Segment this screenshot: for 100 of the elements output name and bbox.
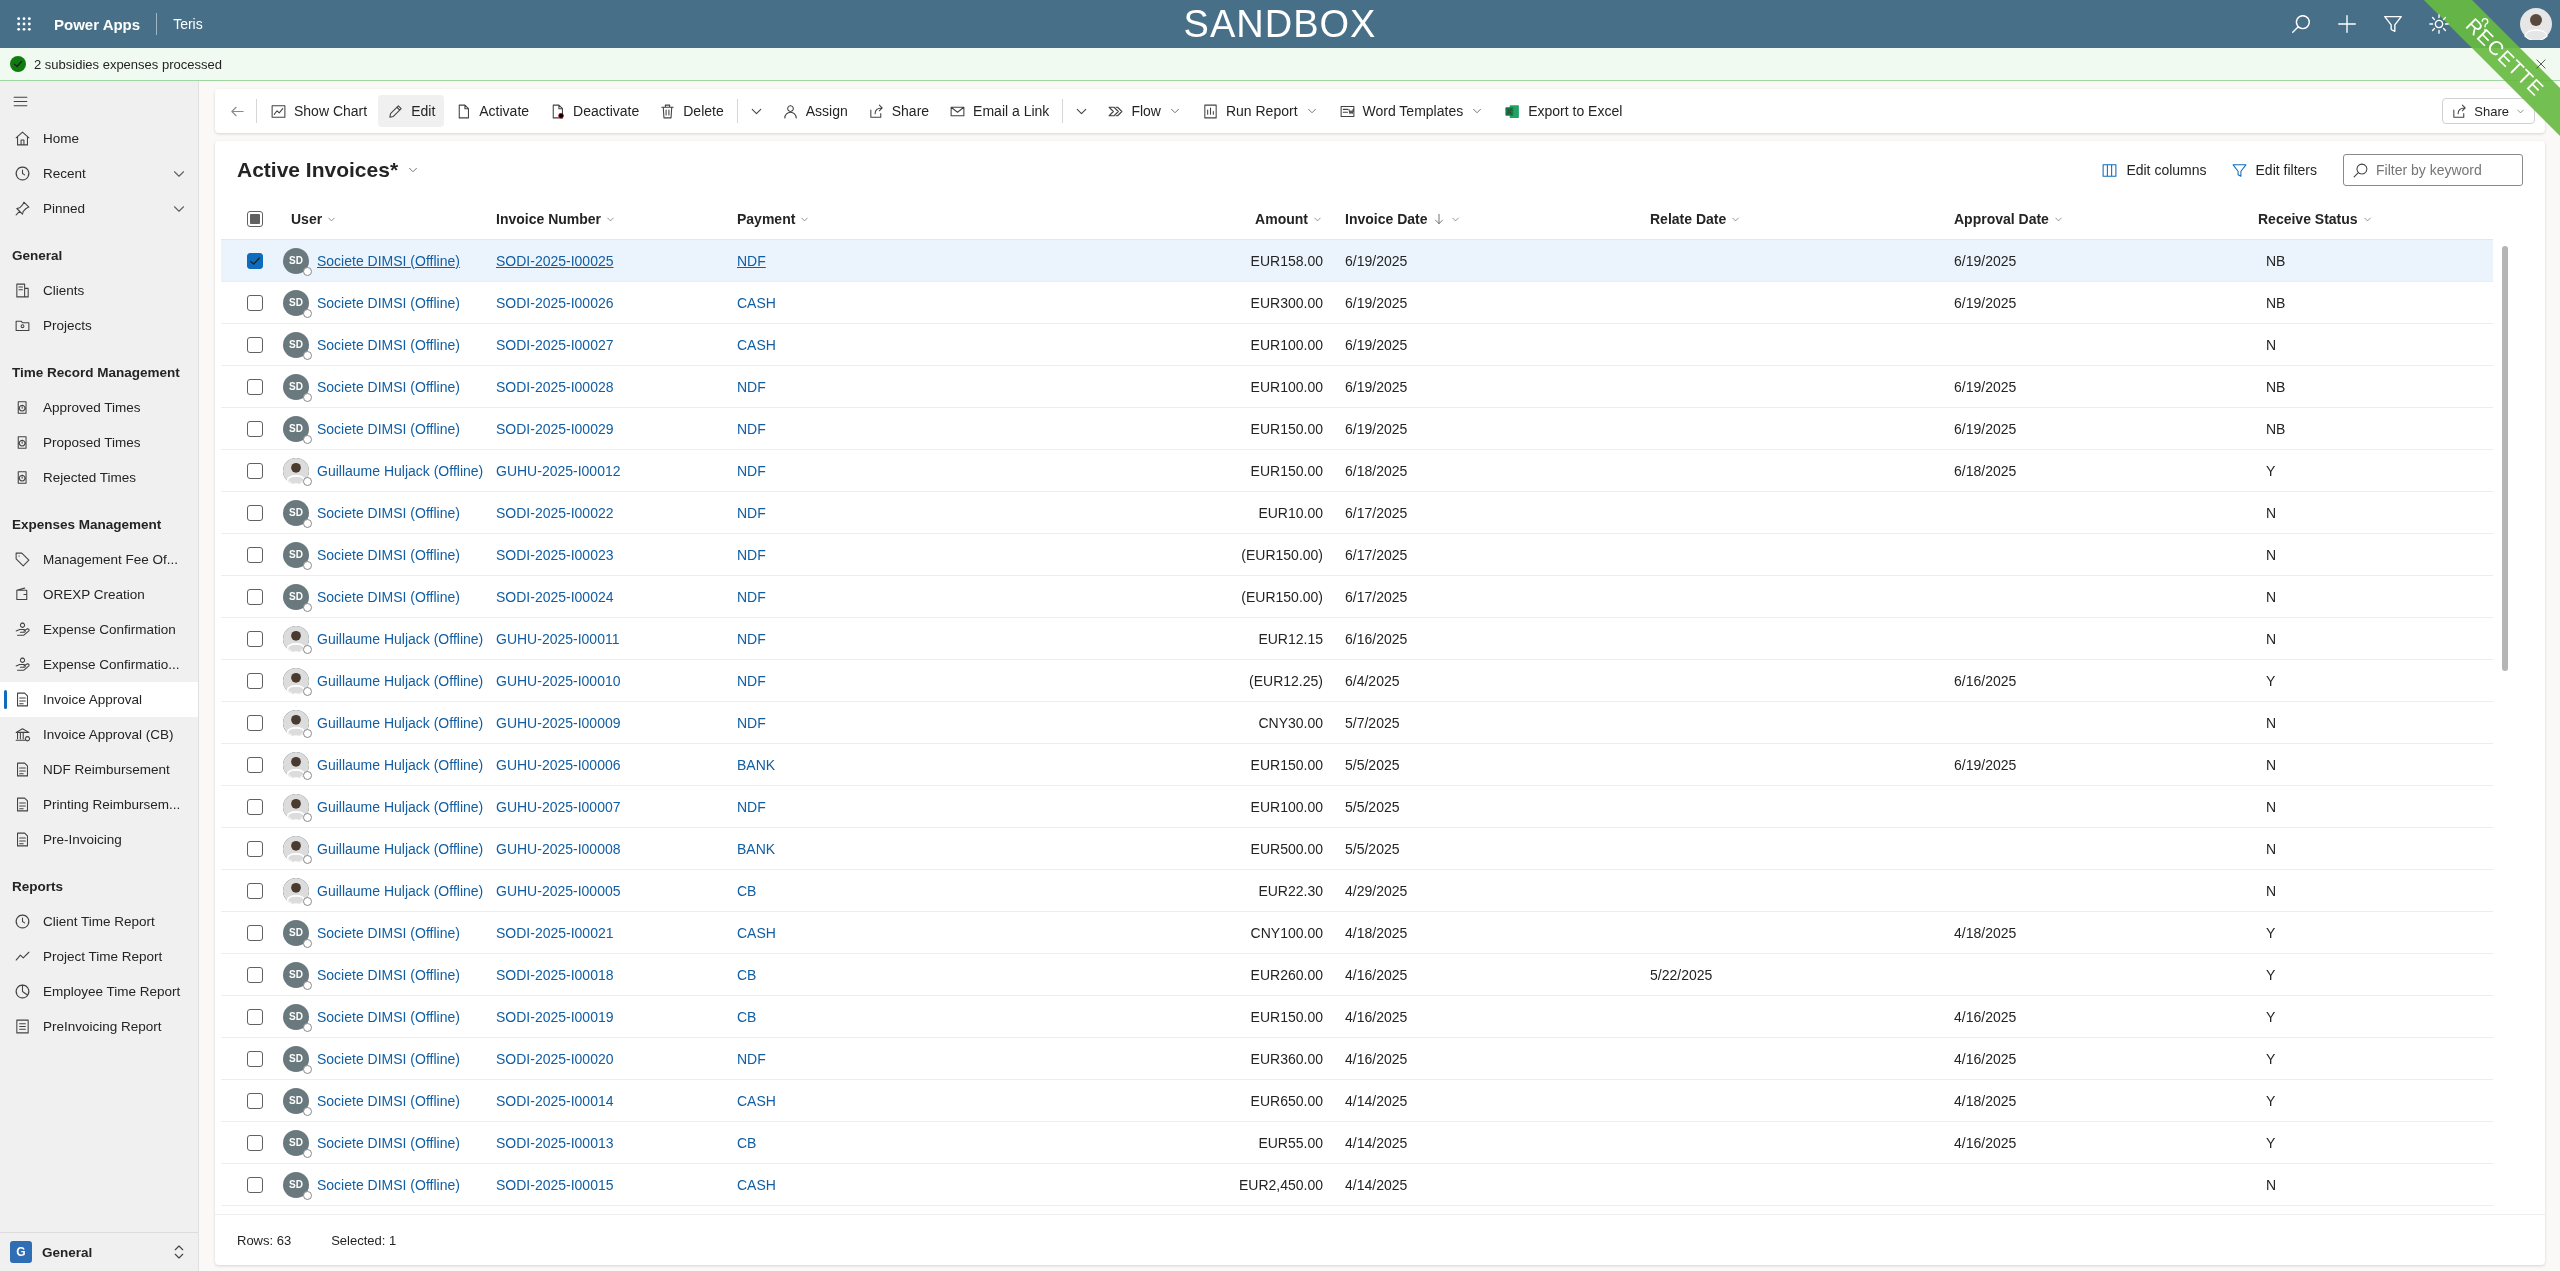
row-checkbox[interactable] [247, 462, 263, 479]
payment-link[interactable]: NDF [737, 378, 766, 395]
command-button[interactable]: Email a Link [940, 95, 1059, 127]
nav-item[interactable]: Recent [0, 156, 198, 191]
invoice-link[interactable]: SODI-2025-I00027 [496, 336, 614, 353]
command-button[interactable]: Deactivate [540, 95, 649, 127]
invoice-link[interactable]: SODI-2025-I00020 [496, 1050, 614, 1067]
settings-icon[interactable] [2428, 13, 2450, 35]
user-link[interactable]: Guillaume Huljack (Offline) [317, 630, 484, 647]
table-row[interactable]: SD Societe DIMSI (Offline) SODI-2025-I00025 NDF EUR158.00 6/19/2025 6/19/2025 NB [221, 240, 2493, 282]
search-field[interactable]: Filter by keyword [2343, 154, 2523, 186]
row-checkbox[interactable] [247, 378, 263, 395]
payment-link[interactable]: NDF [737, 546, 766, 563]
payment-link[interactable]: NDF [737, 714, 766, 731]
user-link[interactable]: Societe DIMSI (Offline) [317, 420, 460, 437]
nav-item[interactable]: Proposed Times [0, 425, 198, 460]
nav-item[interactable]: Projects [0, 308, 198, 343]
table-row[interactable]: SD Societe DIMSI (Offline) SODI-2025-I00020 NDF EUR360.00 4/16/2025 4/16/2025 Y [221, 1038, 2493, 1080]
payment-link[interactable]: CASH [737, 1176, 776, 1193]
nav-item[interactable]: NDF Reimbursement [0, 752, 198, 787]
nav-item[interactable]: Rejected Times [0, 460, 198, 495]
command-button[interactable]: Assign [772, 95, 857, 127]
nav-item[interactable]: Invoice Approval (CB) [0, 717, 198, 752]
user-link[interactable]: Guillaume Huljack (Offline) [317, 882, 484, 899]
column-header[interactable]: Receive Status [2258, 211, 2358, 227]
filter-icon[interactable] [2382, 13, 2404, 35]
user-link[interactable]: Societe DIMSI (Offline) [317, 294, 460, 311]
row-checkbox[interactable] [247, 588, 263, 605]
column-header[interactable]: Invoice Date [1345, 211, 1447, 227]
invoice-link[interactable]: GUHU-2025-I00009 [496, 714, 621, 731]
nav-item[interactable]: Printing Reimbursem... [0, 787, 198, 822]
table-row[interactable]: SD Societe DIMSI (Offline) SODI-2025-I00027 CASH EUR100.00 6/19/2025 N [221, 324, 2493, 366]
row-checkbox[interactable] [247, 546, 263, 563]
table-row[interactable]: SD Societe DIMSI (Offline) SODI-2025-I00023 NDF (EUR150.00) 6/17/2025 N [221, 534, 2493, 576]
nav-item[interactable]: Home [0, 121, 198, 156]
row-checkbox[interactable] [247, 840, 263, 857]
table-row[interactable]: SD Societe DIMSI (Offline) SODI-2025-I00014 CASH EUR650.00 4/14/2025 4/18/2025 Y [221, 1080, 2493, 1122]
user-link[interactable]: Guillaume Huljack (Offline) [317, 672, 484, 689]
invoice-link[interactable]: GUHU-2025-I00010 [496, 672, 621, 689]
column-header[interactable]: Invoice Number [496, 211, 602, 227]
invoice-link[interactable]: GUHU-2025-I00007 [496, 798, 621, 815]
column-header[interactable]: Relate Date [1650, 211, 1727, 227]
invoice-link[interactable]: SODI-2025-I00023 [496, 546, 614, 563]
command-button[interactable]: Show Chart [261, 95, 377, 127]
row-checkbox[interactable] [247, 252, 263, 269]
user-link[interactable]: Societe DIMSI (Offline) [317, 252, 460, 269]
area-switcher[interactable]: General [42, 1244, 160, 1260]
share-button[interactable]: Share [2442, 98, 2535, 124]
user-link[interactable]: Societe DIMSI (Offline) [317, 1050, 460, 1067]
payment-link[interactable]: CASH [737, 336, 776, 353]
nav-item[interactable]: Project Time Report [0, 939, 198, 974]
table-row[interactable]: SD Societe DIMSI (Offline) SODI-2025-I00022 NDF EUR10.00 6/17/2025 N [221, 492, 2493, 534]
row-checkbox[interactable] [247, 714, 263, 731]
user-link[interactable]: Societe DIMSI (Offline) [317, 336, 460, 353]
user-link[interactable]: Guillaume Huljack (Offline) [317, 462, 484, 479]
table-row[interactable]: SD Societe DIMSI (Offline) SODI-2025-I00013 CB EUR55.00 4/14/2025 4/16/2025 Y [221, 1122, 2493, 1164]
payment-link[interactable]: BANK [737, 840, 776, 857]
row-checkbox[interactable] [247, 966, 263, 983]
select-all-checkbox[interactable] [247, 211, 263, 227]
payment-link[interactable]: NDF [737, 420, 766, 437]
row-checkbox[interactable] [247, 294, 263, 311]
column-header[interactable]: Amount [1255, 211, 1308, 227]
scrollbar[interactable] [2502, 246, 2508, 671]
table-row[interactable]: Guillaume Huljack (Offline) GUHU-2025-I00006 BANK EUR150.00 5/5/2025 6/19/2025 N [221, 744, 2493, 786]
nav-item[interactable]: Management Fee Of... [0, 542, 198, 577]
payment-link[interactable]: CB [737, 882, 757, 899]
nav-item[interactable]: Pinned [0, 191, 198, 226]
row-checkbox[interactable] [247, 630, 263, 647]
table-row[interactable]: SD Societe DIMSI (Offline) SODI-2025-I00021 CASH CNY100.00 4/18/2025 4/18/2025 Y [221, 912, 2493, 954]
invoice-link[interactable]: GUHU-2025-I00012 [496, 462, 621, 479]
user-link[interactable]: Societe DIMSI (Offline) [317, 378, 460, 395]
command-button[interactable]: Word Templates [1329, 95, 1494, 127]
table-row[interactable]: Guillaume Huljack (Offline) GUHU-2025-I00010 NDF (EUR12.25) 6/4/2025 6/16/2025 Y [221, 660, 2493, 702]
grid-tool-button[interactable]: Edit columns [2093, 161, 2215, 179]
user-link[interactable]: Societe DIMSI (Offline) [317, 546, 460, 563]
row-checkbox[interactable] [247, 672, 263, 689]
nav-item[interactable]: OREXP Creation [0, 577, 198, 612]
table-row[interactable]: Guillaume Huljack (Offline) GUHU-2025-I00012 NDF EUR150.00 6/18/2025 6/18/2025 Y [221, 450, 2493, 492]
add-icon[interactable] [2336, 13, 2358, 35]
user-link[interactable]: Guillaume Huljack (Offline) [317, 798, 484, 815]
payment-link[interactable]: CASH [737, 924, 776, 941]
payment-link[interactable]: NDF [737, 252, 766, 269]
table-row[interactable]: SD Societe DIMSI (Offline) SODI-2025-I00015 CASH EUR2,450.00 4/14/2025 N [221, 1164, 2493, 1206]
invoice-link[interactable]: SODI-2025-I00018 [496, 966, 614, 983]
command-button[interactable]: Activate [446, 95, 539, 127]
column-header[interactable]: User [291, 211, 323, 227]
invoice-link[interactable]: SODI-2025-I00015 [496, 1176, 614, 1193]
command-button[interactable]: Delete [650, 95, 733, 127]
view-title[interactable]: Active Invoices* [237, 158, 399, 182]
user-link[interactable]: Societe DIMSI (Offline) [317, 1134, 460, 1151]
invoice-link[interactable]: GUHU-2025-I00006 [496, 756, 621, 773]
nav-item[interactable]: Expense Confirmatio... [0, 647, 198, 682]
table-row[interactable]: SD Societe DIMSI (Offline) SODI-2025-I00028 NDF EUR100.00 6/19/2025 6/19/2025 NB [221, 366, 2493, 408]
user-link[interactable]: Societe DIMSI (Offline) [317, 924, 460, 941]
nav-item[interactable]: Invoice Approval [0, 682, 198, 717]
command-button[interactable]: Edit [378, 95, 445, 127]
row-checkbox[interactable] [247, 1008, 263, 1025]
nav-item[interactable]: Expense Confirmation [0, 612, 198, 647]
invoice-link[interactable]: SODI-2025-I00014 [496, 1092, 614, 1109]
table-row[interactable]: SD Societe DIMSI (Offline) SODI-2025-I00026 CASH EUR300.00 6/19/2025 6/19/2025 NB [221, 282, 2493, 324]
